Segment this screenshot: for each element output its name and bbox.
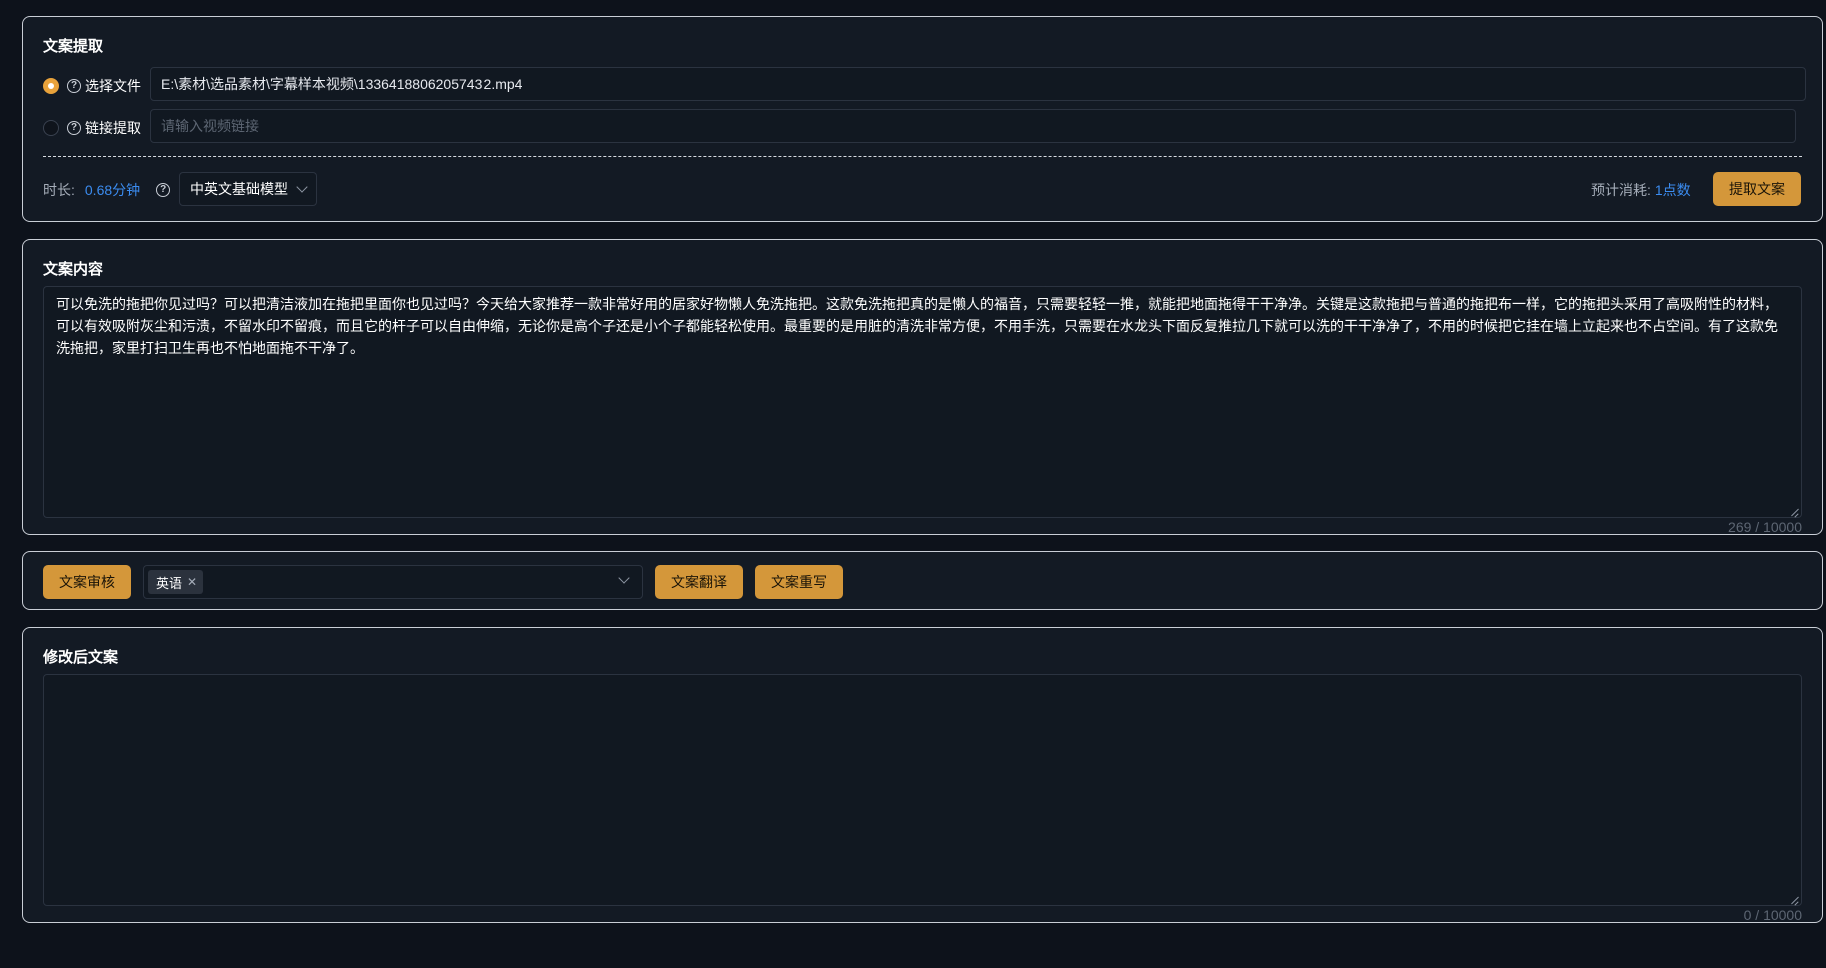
divider: [43, 156, 1802, 157]
chevron-down-icon: [618, 572, 630, 584]
option-file-row: ? 选择文件: [43, 76, 141, 96]
video-link-input[interactable]: [150, 109, 1796, 143]
resize-handle-icon[interactable]: [1789, 896, 1798, 905]
content-counter: 269 / 10000: [1728, 519, 1802, 535]
rewrite-textarea[interactable]: [43, 674, 1802, 906]
review-button[interactable]: 文案审核: [43, 565, 131, 599]
option-link-row: ? 链接提取: [43, 118, 141, 138]
model-select[interactable]: 中英文基础模型: [179, 172, 317, 206]
cost-value: 1点数: [1654, 182, 1691, 198]
help-icon[interactable]: ?: [156, 183, 171, 197]
app-root: 文案提取 ? 选择文件 E:\素材\选品素材\字幕样本视频\1336418806…: [0, 0, 1826, 968]
file-path-input[interactable]: E:\素材\选品素材\字幕样本视频\1336418806205743 2.mp4: [150, 67, 1806, 101]
content-title: 文案内容: [43, 261, 104, 278]
chevron-down-icon: [296, 181, 308, 193]
extract-panel: 文案提取 ? 选择文件 E:\素材\选品素材\字幕样本视频\1336418806…: [22, 16, 1823, 222]
option-link-radio[interactable]: [43, 120, 59, 136]
close-icon[interactable]: ✕: [187, 575, 197, 589]
rewrite-button[interactable]: 文案重写: [755, 565, 843, 599]
duration-row: 时长: 0.68分钟 ?: [43, 180, 171, 200]
duration-value: 0.68分钟: [84, 182, 141, 198]
rewrite-panel: 修改后文案 0 / 10000: [22, 627, 1823, 923]
extract-button[interactable]: 提取文案: [1713, 172, 1801, 206]
option-file-radio[interactable]: [43, 78, 59, 94]
language-select[interactable]: 英语 ✕: [143, 565, 643, 599]
option-file-label: 选择文件: [85, 78, 141, 94]
cost-row: 预计消耗: 1点数: [1591, 180, 1691, 200]
rewrite-title: 修改后文案: [43, 649, 119, 666]
content-textarea[interactable]: 可以免洗的拖把你见过吗？可以把清洁液加在拖把里面你也见过吗？今天给大家推荐一款非…: [43, 286, 1802, 518]
content-panel: 文案内容 可以免洗的拖把你见过吗？可以把清洁液加在拖把里面你也见过吗？今天给大家…: [22, 239, 1823, 535]
duration-label: 时长:: [43, 182, 75, 198]
translate-button[interactable]: 文案翻译: [655, 565, 743, 599]
cost-label: 预计消耗:: [1591, 182, 1651, 198]
help-icon[interactable]: ?: [67, 79, 81, 93]
language-tag-label: 英语: [156, 575, 183, 591]
extract-title: 文案提取: [43, 38, 104, 55]
rewrite-counter: 0 / 10000: [1743, 907, 1802, 923]
option-link-label: 链接提取: [85, 120, 141, 136]
resize-handle-icon[interactable]: [1789, 508, 1798, 517]
tools-panel: 文案审核 英语 ✕ 文案翻译 文案重写: [22, 551, 1823, 610]
help-icon[interactable]: ?: [67, 121, 81, 135]
language-tag: 英语 ✕: [148, 570, 204, 594]
model-select-value: 中英文基础模型: [190, 181, 288, 197]
